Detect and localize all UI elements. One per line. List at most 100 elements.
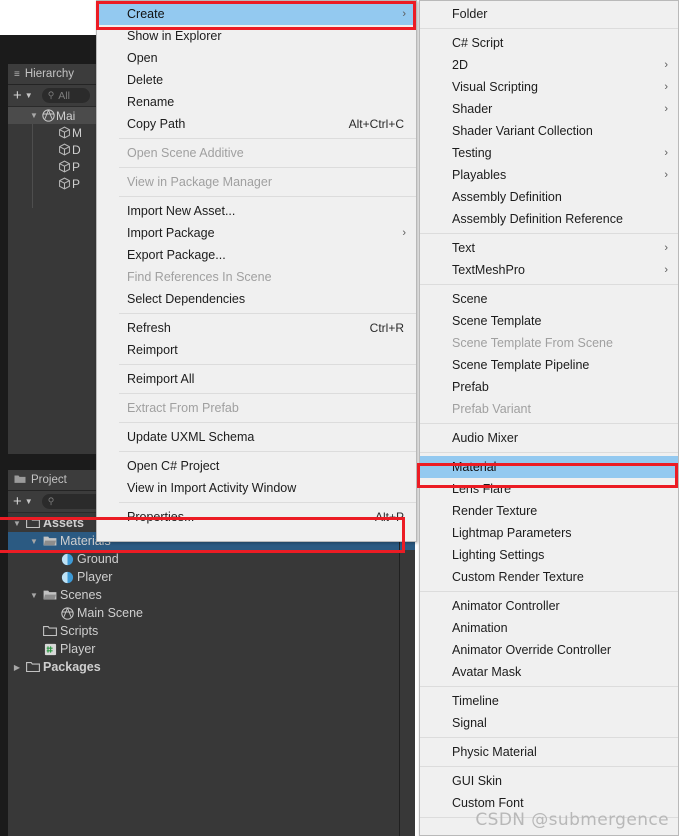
menu-item[interactable]: Import Package › [97,222,416,244]
project-row-label: Scripts [60,624,99,638]
project-row[interactable]: ▼ Scenes [8,586,415,604]
menu-item[interactable]: Animator Override Controller [420,639,678,661]
menu-item[interactable]: GUI Skin [420,770,678,792]
unity-scene-icon [60,606,74,620]
asset-context-menu: Create › Show in Explorer Open Delete Rename C… [96,0,417,542]
menu-item-label: Timeline [452,694,499,708]
menu-item-label: Open [127,51,158,65]
menu-item[interactable]: Testing › [420,142,678,164]
menu-item-label: Animation [452,621,508,635]
menu-separator [119,502,416,503]
menu-item[interactable]: Avatar Mask [420,661,678,683]
menu-item-label: Lightmap Parameters [452,526,572,540]
project-add-button[interactable]: + [13,494,22,509]
twisty-icon[interactable]: ▼ [10,519,24,528]
menu-item-label: Reimport All [127,372,195,386]
menu-item[interactable]: Assembly Definition [420,186,678,208]
menu-item[interactable]: Visual Scripting › [420,76,678,98]
menu-item[interactable]: Export Package... [97,244,416,266]
menu-item[interactable]: Update UXML Schema [97,426,416,448]
folder-icon [26,517,40,529]
menu-separator [119,313,416,314]
hierarchy-add-button[interactable]: + [13,88,22,103]
menu-separator [420,817,678,818]
menu-item[interactable]: Lighting Settings [420,544,678,566]
menu-item[interactable]: Audio Mixer [420,427,678,449]
menu-item-label: Folder [452,7,488,21]
menu-item[interactable]: Reimport All [97,368,416,390]
gameobject-cube-icon [58,143,71,156]
menu-item[interactable]: Rename [97,91,416,113]
menu-item-shortcut: Alt+P [374,510,404,524]
menu-item[interactable]: Custom Font [420,792,678,814]
menu-item[interactable]: Open C# Project [97,455,416,477]
menu-separator [420,591,678,592]
chevron-right-icon: › [664,242,668,254]
menu-item[interactable]: Open [97,47,416,69]
menu-item[interactable]: Shader › [420,98,678,120]
project-row[interactable]: ▶ Packages [8,658,415,676]
menu-item[interactable]: Lightmap Parameters [420,522,678,544]
menu-item-label: Playables [452,168,507,182]
menu-item[interactable]: Properties... Alt+P [97,506,416,528]
menu-item: Find References In Scene [97,266,416,288]
hierarchy-search-input[interactable]: ⚲ All [41,88,90,103]
menu-item[interactable]: Reimport [97,339,416,361]
menu-item[interactable]: Text › [420,237,678,259]
project-row[interactable]: Scripts [8,622,415,640]
menu-item[interactable]: Scene Template [420,310,678,332]
chevron-down-icon[interactable]: ▼ [25,497,33,506]
twisty-icon[interactable]: ▼ [28,111,40,120]
hierarchy-indent-guide [32,124,33,208]
menu-item[interactable]: Physic Material [420,741,678,763]
menu-item[interactable]: Animator Controller [420,595,678,617]
menu-item[interactable]: Copy Path Alt+Ctrl+C [97,113,416,135]
menu-item[interactable]: Delete [97,69,416,91]
unity-editor-root: ≡ Hierarchy + ▼ ⚲ All ▼ Mai M D P P Project +… [0,0,679,836]
menu-item[interactable]: 2D › [420,54,678,76]
menu-item[interactable]: Show in Explorer [97,25,416,47]
menu-separator [119,196,416,197]
chevron-right-icon: › [402,8,406,20]
menu-item[interactable]: View in Import Activity Window [97,477,416,499]
menu-item[interactable]: Refresh Ctrl+R [97,317,416,339]
project-row[interactable]: Main Scene [8,604,415,622]
menu-item-label: Assembly Definition Reference [452,212,623,226]
menu-separator [119,167,416,168]
menu-item[interactable]: Render Texture [420,500,678,522]
menu-item[interactable]: Shader Variant Collection [420,120,678,142]
project-row-label: Main Scene [77,606,144,620]
twisty-icon[interactable]: ▶ [10,663,24,672]
project-row-label: Player [60,642,96,656]
menu-item[interactable]: Import New Asset... [97,200,416,222]
menu-item[interactable]: Scene Template Pipeline [420,354,678,376]
menu-item-label: Scene [452,292,488,306]
menu-item[interactable]: Custom Render Texture [420,566,678,588]
menu-item[interactable]: Scene [420,288,678,310]
menu-item[interactable]: Create › [97,3,416,25]
menu-item[interactable]: Lens Flare [420,478,678,500]
menu-item-label: Create [127,7,165,21]
menu-item[interactable]: Assembly Definition Reference [420,208,678,230]
menu-item[interactable]: Playables › [420,164,678,186]
menu-item[interactable]: Prefab [420,376,678,398]
menu-item[interactable]: Folder [420,3,678,25]
project-row[interactable]: Player [8,568,415,586]
hierarchy-row-label: P [72,159,81,174]
menu-item-label: Lens Flare [452,482,512,496]
menu-item[interactable]: Material [420,456,678,478]
menu-item[interactable]: Signal [420,712,678,734]
chevron-down-icon[interactable]: ▼ [25,91,33,100]
menu-item[interactable]: Animation [420,617,678,639]
menu-item[interactable]: C# Script [420,32,678,54]
project-row[interactable]: Player [8,640,415,658]
project-row[interactable]: Ground [8,550,415,568]
menu-item[interactable]: Timeline [420,690,678,712]
menu-item[interactable]: TextMeshPro › [420,259,678,281]
menu-item[interactable]: Select Dependencies [97,288,416,310]
project-row-label: Scenes [60,588,102,602]
twisty-icon[interactable]: ▼ [27,591,41,600]
twisty-icon[interactable]: ▼ [27,537,41,546]
material-icon [61,553,74,566]
asset-context-menu-items: Create › Show in Explorer Open Delete Rename C… [97,3,416,528]
